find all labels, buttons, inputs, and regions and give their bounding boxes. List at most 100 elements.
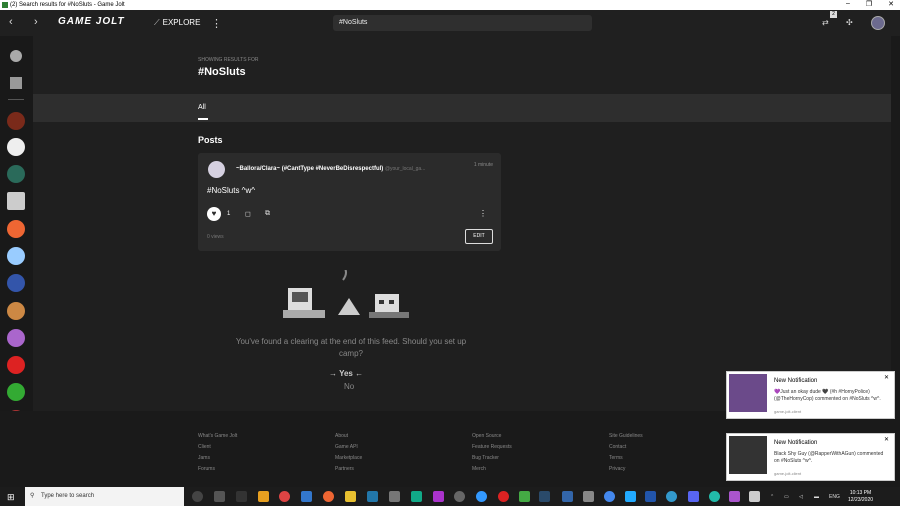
opera-icon[interactable] <box>498 491 509 502</box>
search-query-title: #NoSluts <box>198 66 246 78</box>
menu-icon[interactable]: ⋮ <box>211 17 222 30</box>
footer-link[interactable]: Game API <box>335 442 362 453</box>
toast-notification[interactable]: New Notification Black Shy Guy (@RapperW… <box>726 433 895 481</box>
chrome-icon[interactable] <box>279 491 290 502</box>
post-author-avatar[interactable] <box>208 161 225 178</box>
file-explorer-icon[interactable] <box>345 491 356 502</box>
community-icon[interactable] <box>7 302 25 320</box>
post-author[interactable]: ~Ballora/Clara~ (#CantType #NeverBeDisre… <box>236 166 425 172</box>
task-view-icon[interactable] <box>192 491 203 502</box>
user-avatar[interactable] <box>871 16 885 30</box>
taskbar-clock[interactable]: 10:13 PM 12/23/2020 <box>848 490 873 504</box>
back-arrow-icon[interactable]: ‹ <box>9 16 13 28</box>
footer-link[interactable]: What's Game Jolt <box>198 431 237 442</box>
post-card[interactable]: ~Ballora/Clara~ (#CantType #NeverBeDisre… <box>198 153 501 251</box>
toast-notification[interactable]: New Notification 💜Just an okay dude 🖤 (#… <box>726 371 895 419</box>
tab-all[interactable]: All <box>198 104 206 111</box>
footer-link[interactable]: Jams <box>198 453 237 464</box>
taskbar-app-icon[interactable] <box>625 491 636 502</box>
community-icon[interactable] <box>7 247 25 265</box>
taskbar-app-icon[interactable] <box>301 491 312 502</box>
footer-column-2: About Game API Marketplace Partners <box>335 431 362 475</box>
taskbar-app-icon[interactable] <box>214 491 225 502</box>
footer-link[interactable]: Client <box>198 442 237 453</box>
close-button[interactable]: ✕ <box>888 0 894 8</box>
footer-link[interactable]: Terms <box>609 453 643 464</box>
forward-arrow-icon[interactable]: › <box>34 16 38 28</box>
start-icon[interactable]: ⊞ <box>7 492 15 503</box>
footer-link[interactable]: Contact <box>609 442 643 453</box>
activity-icon[interactable]: ⇄ <box>822 18 829 27</box>
gamejolt-logo[interactable]: GAME JOLT <box>58 16 125 27</box>
footer-link[interactable]: Open Source <box>472 431 512 442</box>
tray-chevron-icon[interactable]: ⌃ <box>770 494 774 500</box>
taskbar-app-icon[interactable] <box>604 491 615 502</box>
footer-link[interactable]: Partners <box>335 464 362 475</box>
friends-icon[interactable]: ✣ <box>846 18 853 27</box>
post-more-icon[interactable]: ⋮ <box>479 209 487 218</box>
taskbar-search[interactable]: ⚲ Type here to search <box>25 487 184 506</box>
like-icon[interactable]: ♥ <box>207 207 221 221</box>
tray-network-icon[interactable]: ▭ <box>784 494 789 500</box>
taskbar-app-icon[interactable] <box>411 491 422 502</box>
taskbar-app-icon[interactable] <box>258 491 269 502</box>
footer-link[interactable]: Forums <box>198 464 237 475</box>
close-icon[interactable]: ✕ <box>884 436 889 443</box>
gamejolt-taskbar-icon[interactable] <box>749 491 760 502</box>
tray-volume-icon[interactable]: ◁ <box>799 494 803 500</box>
footer-link[interactable]: About <box>335 431 362 442</box>
community-icon[interactable] <box>7 192 25 210</box>
maximize-button[interactable]: ❐ <box>866 0 872 8</box>
footer-link[interactable]: Marketplace <box>335 453 362 464</box>
community-icon[interactable] <box>7 329 25 347</box>
taskbar-app-icon[interactable] <box>454 491 465 502</box>
close-icon[interactable]: ✕ <box>884 374 889 381</box>
community-icon[interactable] <box>7 165 25 183</box>
community-icon[interactable] <box>7 383 25 401</box>
firefox-icon[interactable] <box>323 491 334 502</box>
taskbar-app-icon[interactable] <box>519 491 530 502</box>
yes-button[interactable]: → Yes ← <box>329 369 363 378</box>
home-icon[interactable] <box>10 50 22 62</box>
footer-link[interactable]: Bug Tracker <box>472 453 512 464</box>
taskbar-app-icon[interactable] <box>709 491 720 502</box>
taskbar-app-icon[interactable] <box>236 491 247 502</box>
comment-icon[interactable]: ◻ <box>245 210 251 218</box>
minimize-button[interactable]: – <box>846 0 850 8</box>
like-count: 1 <box>227 211 231 217</box>
taskbar-app-icon[interactable] <box>367 491 378 502</box>
settings-icon[interactable] <box>645 491 656 502</box>
tray-battery-icon[interactable]: ▬ <box>814 494 819 500</box>
store-icon[interactable] <box>389 491 400 502</box>
explore-link[interactable]: ⟋ EXPLORE <box>154 18 200 28</box>
footer-link[interactable]: Feature Requests <box>472 442 512 453</box>
footer-column-3: Open Source Feature Requests Bug Tracker… <box>472 431 512 475</box>
clock-time: 10:13 PM <box>849 490 872 496</box>
no-button[interactable]: No <box>344 382 354 391</box>
taskbar-app-icon[interactable] <box>433 491 444 502</box>
share-icon[interactable]: ⧉ <box>265 210 270 218</box>
window-titlebar: (2) Search results for #NoSluts - Game J… <box>0 0 900 10</box>
community-icon[interactable] <box>7 138 25 156</box>
discord-icon[interactable] <box>688 491 699 502</box>
edit-button[interactable]: EDIT <box>465 229 493 244</box>
community-icon[interactable] <box>7 112 25 130</box>
post-author-name: ~Ballora/Clara~ (#CantType #NeverBeDisre… <box>236 166 384 172</box>
notification-title: New Notification <box>774 440 818 446</box>
tray-language[interactable]: ENG <box>829 494 840 500</box>
footer-link[interactable]: Site Guidelines <box>609 431 643 442</box>
community-icon[interactable] <box>7 356 25 374</box>
community-icon[interactable] <box>7 220 25 238</box>
footer-link[interactable]: Merch <box>472 464 512 475</box>
footer-column-1: What's Game Jolt Client Jams Forums <box>198 431 237 475</box>
taskbar-app-icon[interactable] <box>562 491 573 502</box>
taskbar-app-icon[interactable] <box>583 491 594 502</box>
taskbar-app-icon[interactable] <box>666 491 677 502</box>
taskbar-app-icon[interactable] <box>729 491 740 502</box>
search-input[interactable]: #NoSluts <box>333 15 592 31</box>
footer-link[interactable]: Privacy <box>609 464 643 475</box>
steam-icon[interactable] <box>539 491 550 502</box>
community-icon[interactable] <box>7 274 25 292</box>
taskbar-app-icon[interactable] <box>476 491 487 502</box>
library-icon[interactable] <box>10 77 22 89</box>
